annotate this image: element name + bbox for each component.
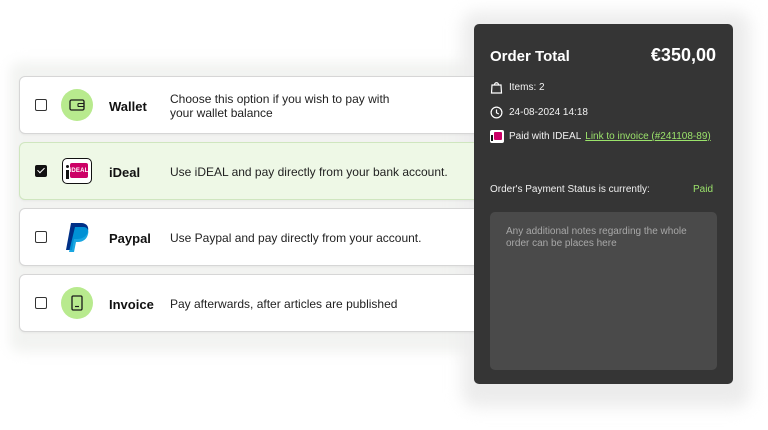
ideal-checkbox[interactable] xyxy=(35,165,47,177)
wallet-icon xyxy=(61,89,93,121)
order-notes-field[interactable] xyxy=(490,212,717,370)
payment-status-value: Paid xyxy=(692,184,713,195)
ideal-logo-icon xyxy=(490,130,504,143)
shopping-bag-icon xyxy=(490,82,503,94)
order-total-title: Order Total xyxy=(490,48,570,65)
ideal-logo-icon: iDEAL xyxy=(61,155,93,187)
method-name: Wallet xyxy=(109,98,147,114)
invoice-link[interactable]: Link to invoice (#241108-89) xyxy=(585,131,710,142)
payment-option-wallet[interactable]: Wallet Choose this option if you wish to… xyxy=(19,76,497,134)
method-description: Pay afterwards, after articles are publi… xyxy=(170,297,398,311)
ideal-logo-text: iDEAL xyxy=(70,163,88,178)
invoice-icon xyxy=(61,287,93,319)
paypal-checkbox[interactable] xyxy=(35,231,47,243)
invoice-checkbox[interactable] xyxy=(35,297,47,309)
payment-option-invoice[interactable]: Invoice Pay afterwards, after articles a… xyxy=(19,274,497,332)
method-name: Paypal xyxy=(109,230,151,246)
wallet-checkbox[interactable] xyxy=(35,99,47,111)
order-total-amount: €350,00 xyxy=(650,45,716,65)
items-count: Items: 2 xyxy=(509,82,545,93)
paypal-logo-icon xyxy=(61,221,93,253)
method-description: Use iDEAL and pay directly from your ban… xyxy=(170,165,448,179)
method-name: iDeal xyxy=(109,164,141,180)
order-datetime: 24-08-2024 14:18 xyxy=(509,107,588,118)
checkout-screen: Wallet Choose this option if you wish to… xyxy=(0,0,768,430)
payment-info-row: Paid with IDEAL Link to invoice (#241108… xyxy=(490,130,711,143)
datetime-row: 24-08-2024 14:18 xyxy=(490,106,588,119)
method-description: Choose this option if you wish to pay wi… xyxy=(170,92,390,120)
order-summary-panel: Order Total €350,00 Items: 2 24-08-2024 … xyxy=(474,24,733,384)
payment-option-ideal[interactable]: iDEAL iDeal Use iDEAL and pay directly f… xyxy=(19,142,497,200)
payment-option-paypal[interactable]: Paypal Use Paypal and pay directly from … xyxy=(19,208,497,266)
clock-icon xyxy=(490,106,503,119)
method-description: Use Paypal and pay directly from your ac… xyxy=(170,231,422,245)
paid-with-text: Paid with IDEAL xyxy=(509,131,582,142)
method-name: Invoice xyxy=(109,296,154,312)
payment-status-label: Order's Payment Status is currently: xyxy=(490,184,650,195)
items-row: Items: 2 xyxy=(490,81,545,94)
